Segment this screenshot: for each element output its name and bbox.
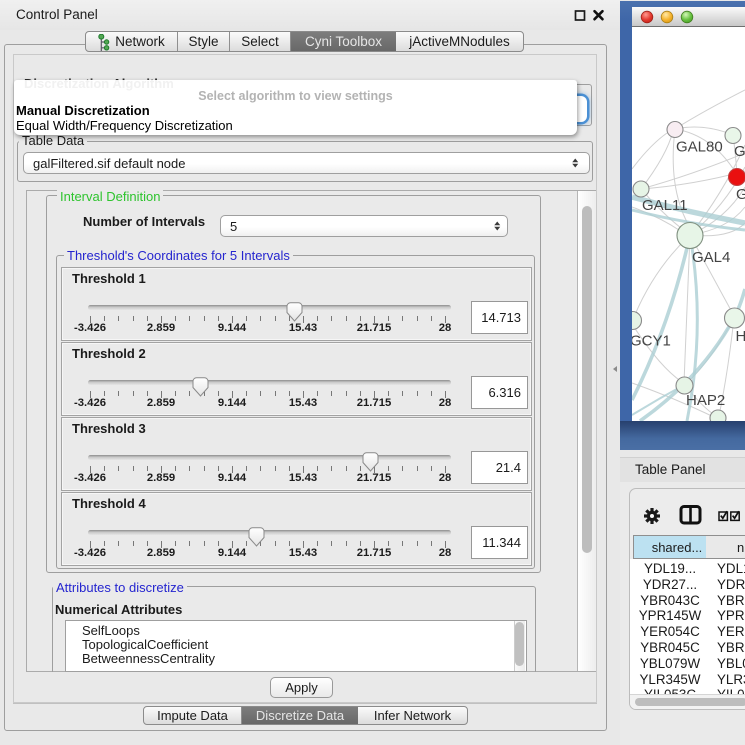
- svg-text:H: H: [736, 328, 745, 345]
- svg-text:GAL11: GAL11: [642, 197, 688, 214]
- svg-text:GA: GA: [734, 143, 745, 160]
- svg-text:GCY1: GCY1: [632, 333, 671, 350]
- svg-text:G: G: [736, 186, 745, 203]
- svg-text:HAP2: HAP2: [686, 392, 725, 409]
- svg-text:GAL80: GAL80: [676, 139, 723, 156]
- svg-text:GAL4: GAL4: [692, 249, 730, 266]
